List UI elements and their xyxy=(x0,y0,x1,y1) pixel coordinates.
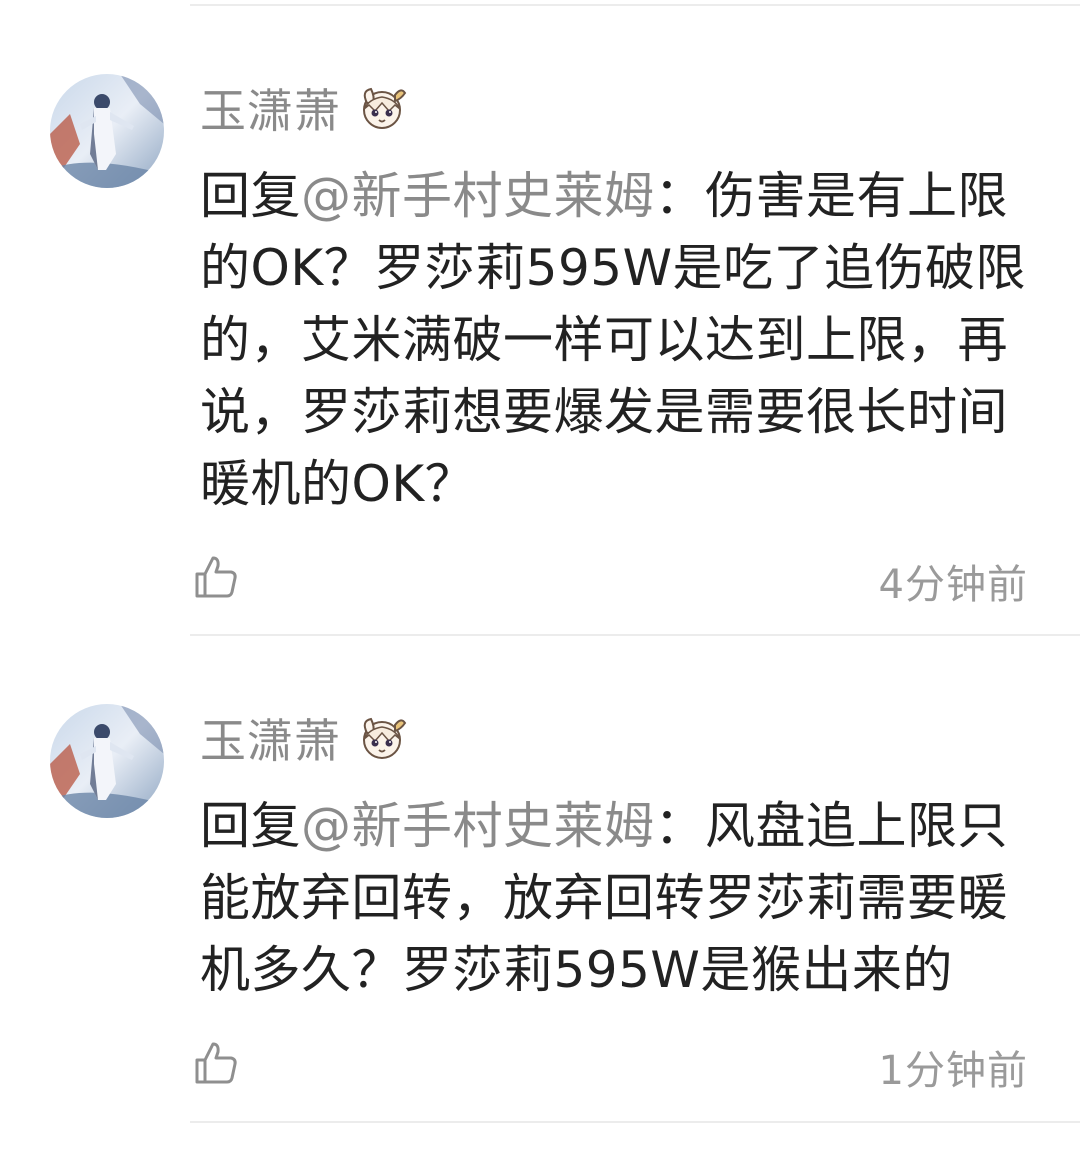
paimon-badge-icon xyxy=(363,87,407,129)
divider xyxy=(190,4,1080,6)
divider xyxy=(190,1121,1080,1123)
paimon-badge-icon xyxy=(363,717,407,759)
divider xyxy=(190,634,1080,636)
comment-text: 回复@新手村史莱姆：风盘追上限只能放弃回转，放弃回转罗莎莉需要暖机多久？罗莎莉5… xyxy=(200,790,1030,1006)
reply-label: 回复 xyxy=(200,797,301,855)
avatar[interactable] xyxy=(50,74,164,188)
avatar[interactable] xyxy=(50,704,164,818)
reply-label: 回复 xyxy=(200,167,301,225)
mention-link[interactable]: @新手村史莱姆 xyxy=(301,797,655,855)
username[interactable]: 玉潇萧 xyxy=(200,705,341,771)
comment-time: 1分钟前 xyxy=(878,1048,1028,1094)
thumbs-up-icon[interactable] xyxy=(193,1040,239,1086)
comment-text: 回复@新手村史莱姆：伤害是有上限的OK？罗莎莉595W是吃了追伤破限的，艾米满破… xyxy=(200,160,1030,520)
mention-link[interactable]: @新手村史莱姆 xyxy=(301,167,655,225)
username-row: 玉潇萧 xyxy=(200,76,409,140)
thumbs-up-icon[interactable] xyxy=(193,554,239,600)
comment-time: 4分钟前 xyxy=(878,562,1028,608)
comment-list: 玉潇萧 回复@新手村史莱姆：伤害是有上限的OK？罗莎莉595W是吃了追伤破限的，… xyxy=(0,0,1080,1150)
username-row: 玉潇萧 xyxy=(200,706,409,770)
username[interactable]: 玉潇萧 xyxy=(200,75,341,141)
